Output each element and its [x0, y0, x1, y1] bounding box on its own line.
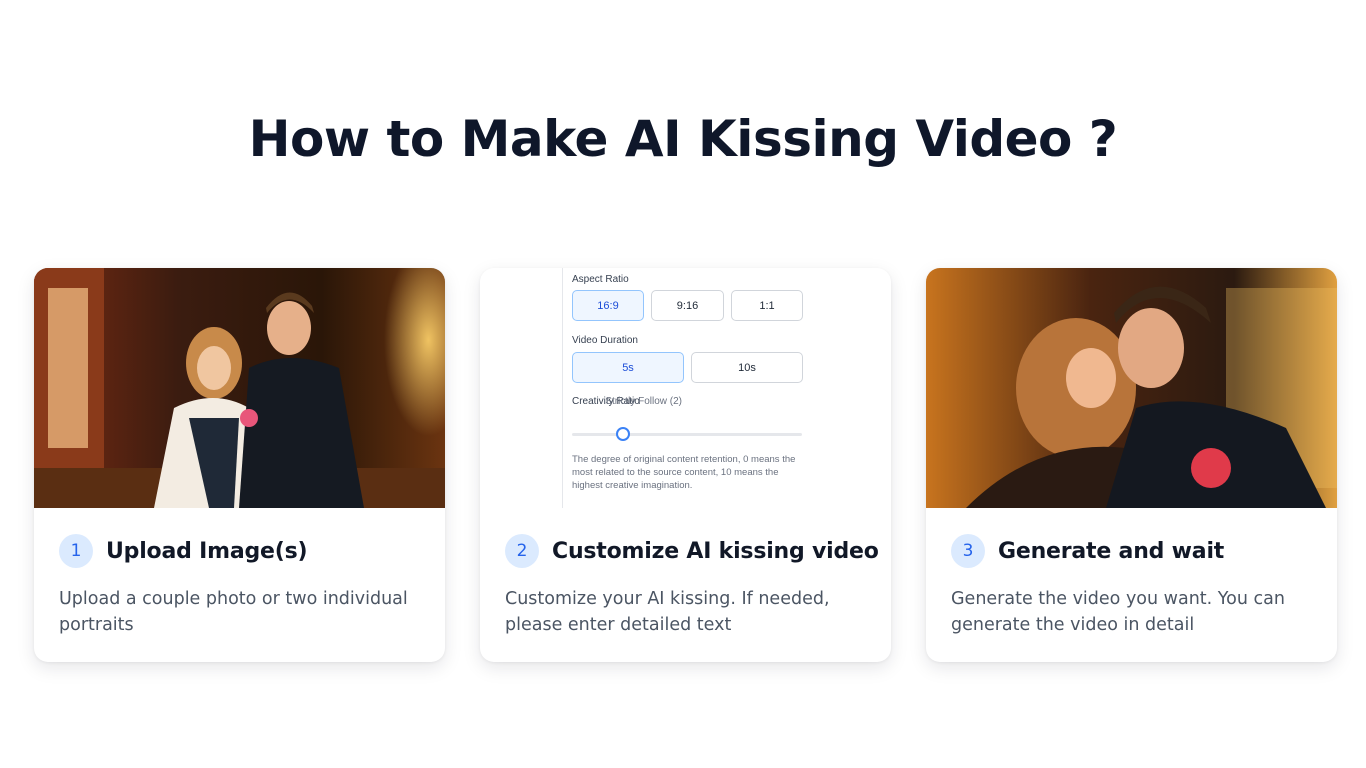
duration-option-5s[interactable]: 5s [572, 352, 684, 383]
creativity-hint: The degree of original content retention… [572, 454, 796, 491]
aspect-option-9-16[interactable]: 9:16 [651, 290, 724, 321]
step-card-customize: Aspect Ratio 16:9 9:16 1:1 Video Duratio… [480, 268, 891, 662]
step-description: Generate the video you want. You can gen… [951, 589, 1285, 635]
settings-panel-screenshot: Aspect Ratio 16:9 9:16 1:1 Video Duratio… [480, 268, 891, 508]
page-title: How to Make AI Kissing Video ? [248, 110, 1118, 168]
step-card-generate: 3 Generate and wait Generate the video y… [926, 268, 1337, 662]
creativity-slider-track[interactable] [572, 433, 802, 436]
step-number-badge: 2 [505, 534, 539, 568]
video-settings-panel: Aspect Ratio 16:9 9:16 1:1 Video Duratio… [562, 268, 803, 508]
step-title: Upload Image(s) [106, 538, 308, 564]
step-title: Generate and wait [998, 538, 1225, 564]
duration-option-10s[interactable]: 10s [691, 352, 803, 383]
step-description: Customize your AI kissing. If needed, pl… [505, 589, 830, 635]
step-number-badge: 1 [59, 534, 93, 568]
step-number-badge: 3 [951, 534, 985, 568]
step-title: Customize AI kissing video [552, 538, 879, 564]
aspect-option-16-9[interactable]: 16:9 [572, 290, 644, 321]
video-duration-label: Video Duration [572, 335, 638, 346]
step-card-upload: 1 Upload Image(s) Upload a couple photo … [34, 268, 445, 662]
step-header: 3 Generate and wait [951, 534, 1224, 568]
step-header: 2 Customize AI kissing video [505, 534, 879, 568]
creativity-value-label: Strictly Follow (2) [605, 396, 682, 407]
step-header: 1 Upload Image(s) [59, 534, 308, 568]
creativity-slider-thumb[interactable] [616, 427, 630, 441]
step-description: Upload a couple photo or two individual … [59, 589, 408, 635]
couple-photo-image [34, 268, 445, 508]
kissing-couple-image [926, 268, 1337, 508]
aspect-option-1-1[interactable]: 1:1 [731, 290, 803, 321]
aspect-ratio-label: Aspect Ratio [572, 274, 629, 285]
